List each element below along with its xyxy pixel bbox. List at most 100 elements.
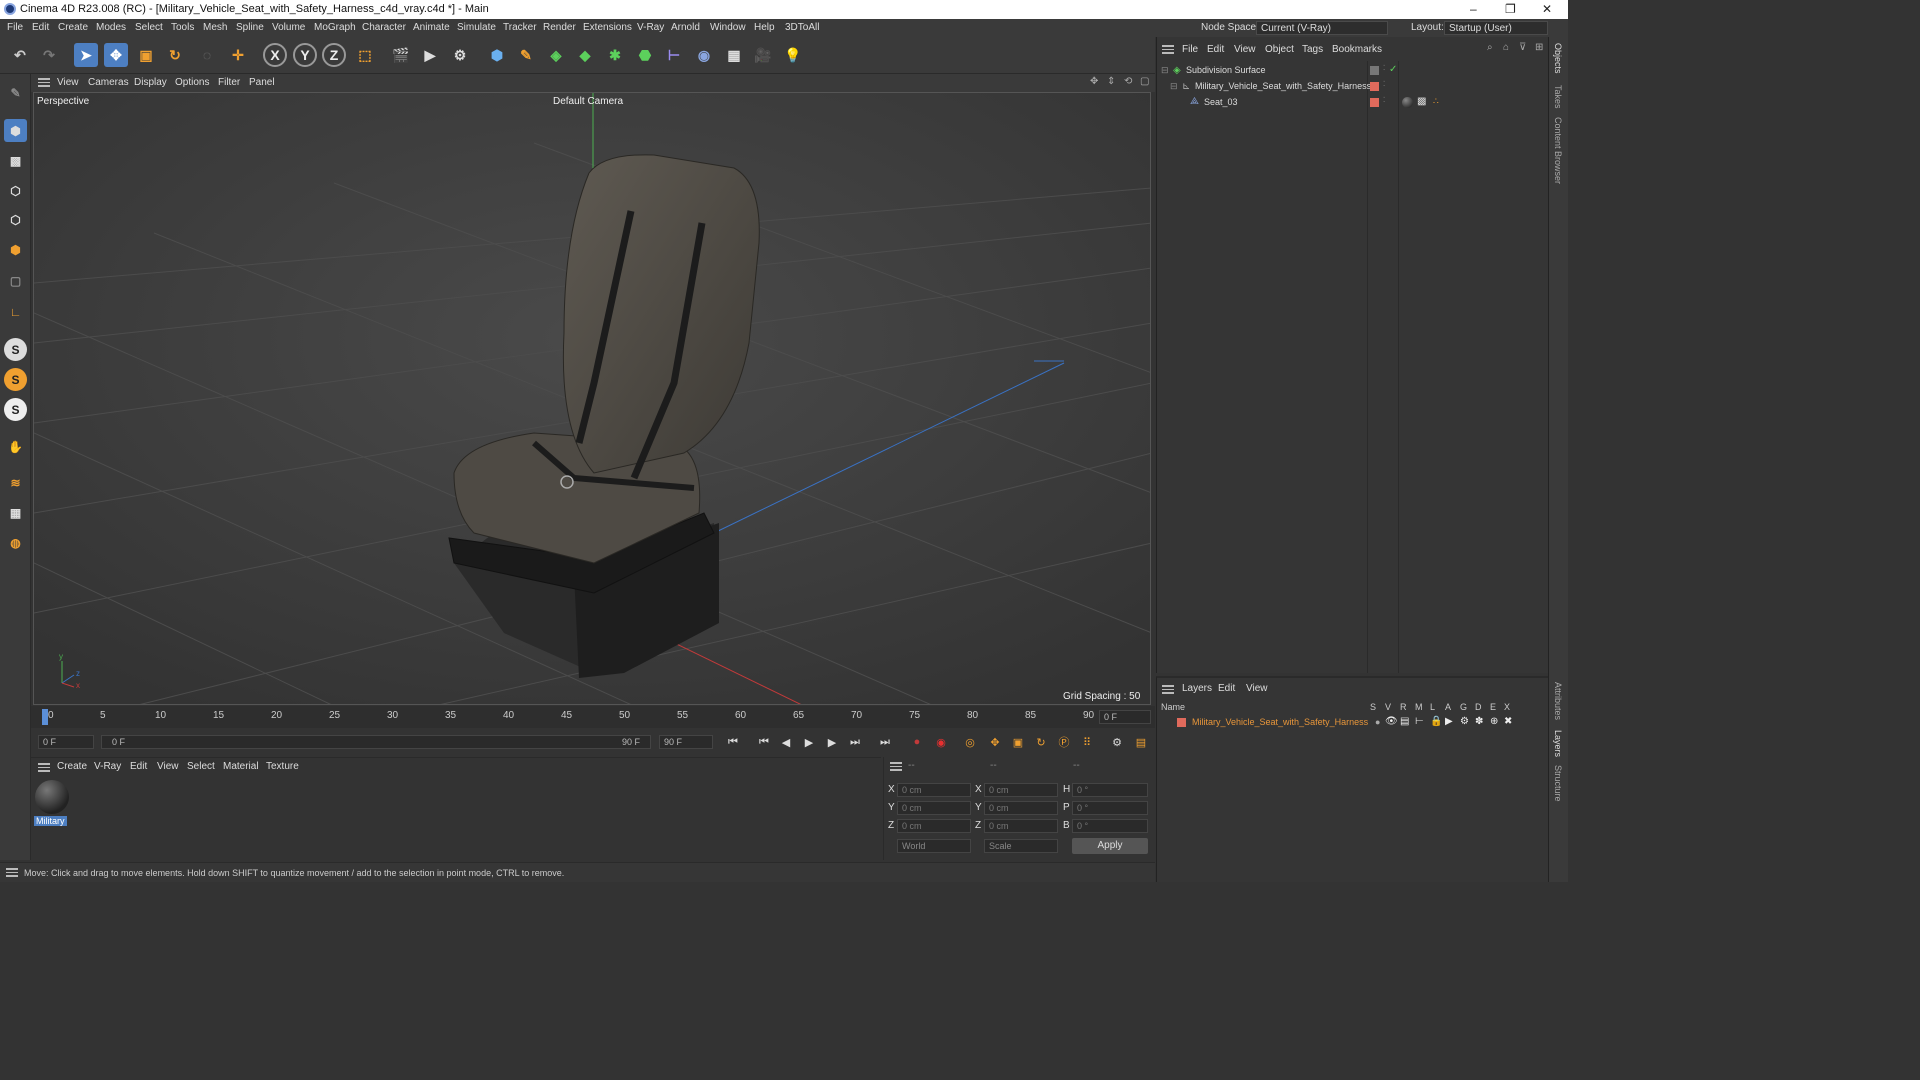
cube-icon[interactable]: ⬢ xyxy=(485,43,509,67)
coordinate-system-dropdown[interactable]: World xyxy=(897,839,971,853)
layer-expression-icon[interactable]: ⊕ xyxy=(1490,716,1498,727)
motion-clip-icon[interactable]: ▤ xyxy=(1132,733,1150,751)
scale-key-icon[interactable]: ▣ xyxy=(1009,733,1027,751)
menu-character[interactable]: Character xyxy=(362,22,406,33)
object-name[interactable]: Military_Vehicle_Seat_with_Safety_Harnes… xyxy=(1195,81,1371,91)
layer-generator-icon[interactable]: ⚙ xyxy=(1460,716,1469,727)
snap-settings-icon[interactable]: S xyxy=(4,368,27,391)
snap-icon[interactable]: S xyxy=(4,338,27,361)
material-tag-icon[interactable] xyxy=(1402,97,1413,108)
objects-menu-bookmarks[interactable]: Bookmarks xyxy=(1332,44,1382,55)
objects-home-icon[interactable]: ⌂ xyxy=(1503,42,1509,53)
tab-layers[interactable]: Layers xyxy=(1553,730,1563,757)
menu-mograph[interactable]: MoGraph xyxy=(314,22,356,33)
play-icon[interactable]: ▶ xyxy=(800,733,818,751)
material-menu-icon[interactable] xyxy=(38,763,50,772)
mograph-icon[interactable]: ⬣ xyxy=(633,43,657,67)
objects-new-window-icon[interactable]: ⊞ xyxy=(1535,42,1543,53)
keyframe-selection-icon[interactable]: ◎ xyxy=(961,733,979,751)
node-space-dropdown[interactable]: Current (V-Ray) xyxy=(1256,21,1388,35)
3d-viewport[interactable]: y z x Perspective Default Camera Grid Sp… xyxy=(33,92,1151,705)
menu-tools[interactable]: Tools xyxy=(171,22,194,33)
x-axis-icon[interactable]: X xyxy=(263,43,287,67)
menu-help[interactable]: Help xyxy=(754,22,775,33)
timeline-window-icon[interactable]: ⚙ xyxy=(1108,733,1126,751)
rotation-h-field[interactable]: 0 ° xyxy=(1072,783,1148,797)
floor-icon[interactable]: ▦ xyxy=(722,43,746,67)
scale-mode-dropdown[interactable]: Scale xyxy=(984,839,1058,853)
workspace-icon[interactable]: ◍ xyxy=(4,531,27,554)
viewport-nav-zoom-icon[interactable]: ⇕ xyxy=(1107,76,1115,87)
menu-extensions[interactable]: Extensions xyxy=(583,22,632,33)
z-axis-icon[interactable]: Z xyxy=(322,43,346,67)
extrude-icon[interactable]: ◆ xyxy=(573,43,597,67)
layer-color-swatch[interactable] xyxy=(1177,718,1186,727)
close-button[interactable]: ✕ xyxy=(1542,2,1552,16)
tab-structure[interactable]: Structure xyxy=(1553,765,1563,802)
viewport-nav-move-icon[interactable]: ✥ xyxy=(1090,76,1098,87)
texture-tag-icon[interactable]: ▩ xyxy=(1417,96,1426,107)
layers-menu-edit[interactable]: Edit xyxy=(1218,683,1235,694)
transform-icon[interactable]: ✛ xyxy=(226,43,250,67)
layer-solo-icon[interactable]: ● xyxy=(1375,717,1380,727)
move-tool-icon[interactable]: ✥ xyxy=(104,43,128,67)
end-frame-field[interactable]: 90 F xyxy=(659,735,713,749)
material-menu-edit[interactable]: Edit xyxy=(130,761,147,772)
maximize-button[interactable]: ❐ xyxy=(1505,2,1516,16)
checker-icon[interactable]: ▦ xyxy=(4,501,27,524)
range-slider[interactable]: 0 F 90 F xyxy=(101,735,651,749)
start-frame-field[interactable]: 0 F xyxy=(38,735,94,749)
material-menu-material[interactable]: Material xyxy=(223,761,259,772)
y-axis-icon[interactable]: Y xyxy=(293,43,317,67)
viewport-menu-display[interactable]: Display xyxy=(134,77,167,88)
field-icon[interactable]: ◉ xyxy=(692,43,716,67)
status-menu-icon[interactable] xyxy=(6,868,18,877)
viewport-camera-name[interactable]: Default Camera xyxy=(553,96,623,107)
material-swatch[interactable] xyxy=(35,780,69,814)
tab-attributes[interactable]: Attributes xyxy=(1553,682,1563,720)
subdivision-icon[interactable]: ◈ xyxy=(544,43,568,67)
viewport-menu-filter[interactable]: Filter xyxy=(218,77,240,88)
param-key-icon[interactable]: Ⓟ xyxy=(1055,733,1073,751)
previous-key-icon[interactable]: ⏮ xyxy=(755,733,773,751)
objects-filter-icon[interactable]: ⊽ xyxy=(1519,42,1526,53)
enabled-check-icon[interactable]: ✓ xyxy=(1389,64,1397,75)
layer-row[interactable]: Military_Vehicle_Seat_with_Safety_Harnes… xyxy=(1157,716,1549,730)
layer-render-icon[interactable]: ▤ xyxy=(1400,716,1409,727)
menu-mesh[interactable]: Mesh xyxy=(203,22,227,33)
material-menu-view[interactable]: View xyxy=(157,761,179,772)
uv-mode-icon[interactable]: ▢ xyxy=(4,269,27,292)
edge-mode-icon[interactable]: ⬡ xyxy=(4,208,27,231)
light-icon[interactable]: 💡 xyxy=(781,43,805,67)
menu-modes[interactable]: Modes xyxy=(96,22,126,33)
camera-icon[interactable]: 🎥 xyxy=(751,43,775,67)
select-tool-icon[interactable]: ➤ xyxy=(74,43,98,67)
menu-edit[interactable]: Edit xyxy=(32,22,49,33)
viewport-menu-panel[interactable]: Panel xyxy=(249,77,275,88)
current-frame-field[interactable]: 0 F xyxy=(1099,710,1151,724)
scale-tool-icon[interactable]: ▣ xyxy=(134,43,158,67)
menu-spline[interactable]: Spline xyxy=(236,22,264,33)
tab-content-browser[interactable]: Content Browser xyxy=(1553,117,1563,184)
menu-create[interactable]: Create xyxy=(58,22,88,33)
layer-column-locked[interactable]: L xyxy=(1430,702,1435,712)
material-menu-texture[interactable]: Texture xyxy=(266,761,299,772)
menu-volume[interactable]: Volume xyxy=(272,22,305,33)
layer-color-swatch[interactable] xyxy=(1370,66,1379,75)
layer-color-swatch[interactable] xyxy=(1370,82,1379,91)
deformer-icon[interactable]: ⊢ xyxy=(662,43,686,67)
polygon-mode-icon[interactable]: ⬢ xyxy=(4,238,27,261)
rotate-tool-icon[interactable]: ↻ xyxy=(163,43,187,67)
coordinate-system-icon[interactable]: ⬚ xyxy=(353,43,377,67)
layer-column-manager[interactable]: M xyxy=(1415,702,1423,712)
texture-mode-icon[interactable]: ▩ xyxy=(4,149,27,172)
autokey-icon[interactable]: ◉ xyxy=(932,733,950,751)
material-name-label[interactable]: Military xyxy=(34,816,67,826)
pen-spline-icon[interactable]: ✎ xyxy=(514,43,538,67)
previous-frame-icon[interactable]: ◀ xyxy=(777,733,795,751)
redo-icon[interactable]: ↷ xyxy=(37,43,61,67)
next-frame-icon[interactable]: ▶ xyxy=(823,733,841,751)
position-x-field[interactable]: 0 cm xyxy=(897,783,971,797)
objects-search-icon[interactable]: ⌕ xyxy=(1487,42,1493,53)
pla-key-icon[interactable]: ⠿ xyxy=(1078,733,1096,751)
